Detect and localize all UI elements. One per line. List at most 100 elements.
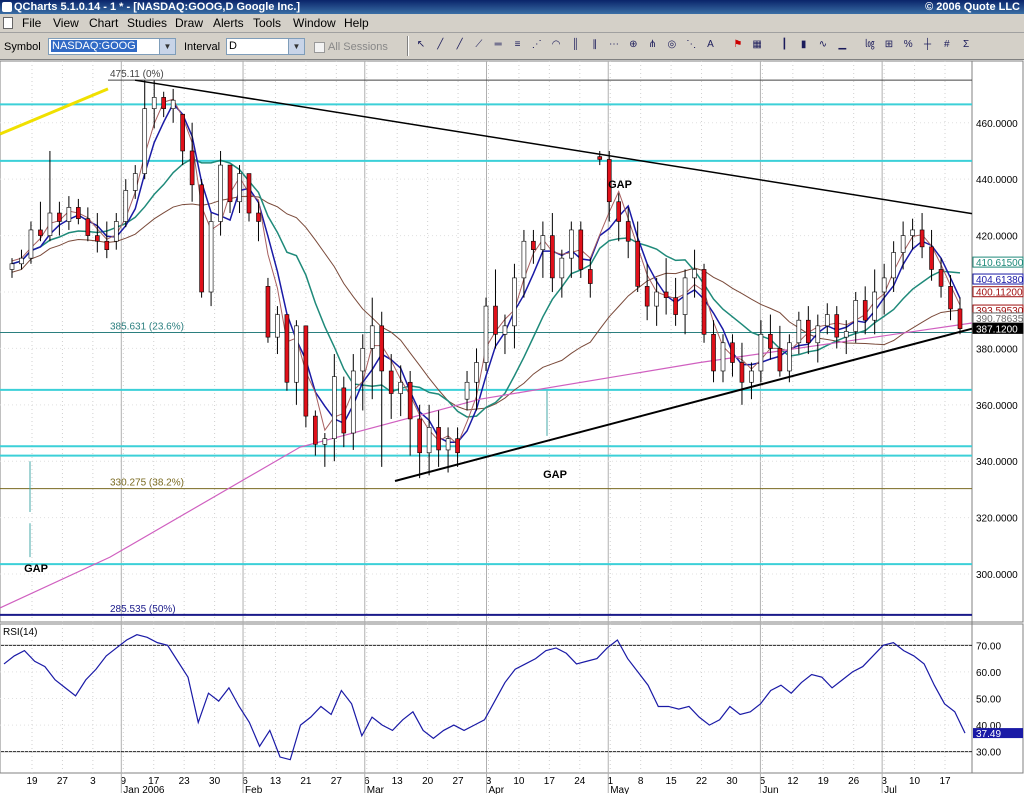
candle-body bbox=[180, 114, 185, 152]
studies-icon[interactable]: Σ bbox=[958, 37, 974, 53]
text-icon[interactable]: A bbox=[703, 37, 719, 53]
candle-body bbox=[881, 277, 887, 293]
date-tick-label: 19 bbox=[818, 776, 830, 787]
regression-icon[interactable]: ⋯ bbox=[606, 37, 622, 53]
chart-area[interactable]: 19 27 3 9 17 23 30 6 13 21 27 6 13 20 27 3 10 17 24 1 8 15 22 3… bbox=[0, 60, 1024, 794]
candle-body bbox=[28, 229, 34, 259]
rsi-title: RSI(14) bbox=[3, 627, 37, 638]
price-label-text: 404.61380 bbox=[976, 275, 1024, 286]
ray-icon[interactable]: ╱ bbox=[452, 37, 468, 53]
date-tick-label: 10 bbox=[513, 776, 525, 787]
candle-body bbox=[692, 269, 697, 279]
menu-studies[interactable]: Studies bbox=[127, 16, 167, 30]
candle-body bbox=[730, 342, 735, 363]
candle-body bbox=[654, 291, 659, 307]
date-tick-label: 8 bbox=[638, 776, 644, 787]
candle-body bbox=[644, 286, 650, 307]
price-tick-label: 360.0000 bbox=[976, 401, 1018, 412]
candle-body bbox=[701, 269, 707, 335]
gap-annotation: GAP bbox=[24, 563, 48, 575]
candle-body bbox=[587, 269, 593, 284]
candle-body bbox=[246, 173, 252, 214]
candle-body bbox=[66, 207, 72, 222]
fib-time-icon[interactable]: ║ bbox=[567, 37, 583, 53]
chevron-down-icon[interactable]: ▼ bbox=[159, 39, 175, 54]
volume-icon[interactable]: ▁ bbox=[834, 37, 850, 53]
percent-icon[interactable]: % bbox=[900, 37, 916, 53]
fib-level-label: 475.11 (0%) bbox=[110, 69, 164, 80]
zoom-icon[interactable]: ⊞ bbox=[881, 37, 897, 53]
horizontal-line-icon[interactable]: ═ bbox=[490, 37, 506, 53]
candle-body bbox=[322, 438, 328, 445]
candle-body bbox=[284, 314, 290, 383]
candle bbox=[303, 325, 309, 428]
date-tick-label: 22 bbox=[696, 776, 708, 787]
candle-body bbox=[578, 229, 584, 270]
andrews-fork-icon[interactable]: ⋔ bbox=[645, 37, 661, 53]
date-tick-label: 24 bbox=[574, 776, 586, 787]
candle-body bbox=[493, 305, 498, 335]
candle bbox=[208, 213, 214, 307]
candle-body bbox=[455, 438, 460, 454]
date-tick-label: 27 bbox=[331, 776, 343, 787]
window-title: QCharts 5.1.0.14 - 1 * - [NASDAQ:GOOG,D … bbox=[14, 1, 301, 13]
candle-body bbox=[464, 381, 470, 400]
menu-view[interactable]: View bbox=[53, 16, 79, 30]
price-tick-label: 380.0000 bbox=[976, 344, 1018, 355]
candle-body bbox=[417, 418, 422, 454]
candle-body bbox=[303, 325, 309, 417]
candle-body bbox=[862, 300, 868, 321]
document-icon[interactable] bbox=[3, 17, 13, 29]
menu-file[interactable]: File bbox=[22, 16, 41, 30]
candle-body bbox=[170, 99, 176, 109]
speed-line-icon[interactable]: ⋱ bbox=[683, 37, 699, 53]
date-tick-label: 3 bbox=[90, 776, 96, 787]
fib-fan-icon[interactable]: ⋰ bbox=[529, 37, 545, 53]
candle-style-icon[interactable]: ▮ bbox=[796, 37, 812, 53]
menu-window[interactable]: Window bbox=[293, 16, 336, 30]
candle-body bbox=[369, 325, 375, 349]
price-label-text: 400.11200 bbox=[976, 288, 1023, 299]
month-label: May bbox=[610, 785, 629, 794]
candle-body bbox=[275, 314, 280, 338]
candle-body bbox=[512, 277, 517, 327]
pointer-icon[interactable]: ↖ bbox=[413, 37, 429, 53]
date-tick-label: 20 bbox=[422, 776, 434, 787]
channel-icon[interactable]: ∥ bbox=[587, 37, 603, 53]
menu-draw[interactable]: Draw bbox=[175, 16, 203, 30]
candle-body bbox=[360, 348, 366, 372]
menu-alerts[interactable]: Alerts bbox=[213, 16, 244, 30]
date-tick-label: 15 bbox=[666, 776, 678, 787]
candle-body bbox=[872, 291, 877, 321]
symbol-combobox[interactable]: NASDAQ:GOOG ▼ bbox=[48, 38, 176, 55]
grid-icon[interactable]: # bbox=[939, 37, 955, 53]
interval-combobox[interactable]: D ▼ bbox=[226, 38, 305, 55]
fib-retracement-icon[interactable]: ≡ bbox=[510, 37, 526, 53]
menu-tools[interactable]: Tools bbox=[253, 16, 281, 30]
price-label-text: 410.61500 bbox=[976, 258, 1024, 269]
line-icon[interactable]: ╱ bbox=[432, 37, 448, 53]
gann-icon[interactable]: ⊕ bbox=[625, 37, 641, 53]
alert-icon[interactable]: ⚑ bbox=[730, 37, 746, 53]
log-scale-icon[interactable]: ㏒ bbox=[862, 37, 878, 53]
all-sessions-checkbox[interactable] bbox=[314, 42, 325, 53]
interval-value: D bbox=[229, 40, 237, 52]
line-style-icon[interactable]: ∿ bbox=[815, 37, 831, 53]
snapshot-icon[interactable]: ▦ bbox=[749, 37, 765, 53]
date-tick-label: 23 bbox=[179, 776, 191, 787]
candle-body bbox=[768, 334, 773, 349]
candle bbox=[284, 314, 290, 391]
fib-arc-icon[interactable]: ◠ bbox=[548, 37, 564, 53]
bar-style-icon[interactable]: ┃ bbox=[776, 37, 792, 53]
date-tick-label: 17 bbox=[544, 776, 556, 787]
rsi-tick-label: 70.00 bbox=[976, 641, 1001, 652]
crosshair-icon[interactable]: ┼ bbox=[920, 37, 936, 53]
candle-body bbox=[76, 207, 81, 219]
chevron-down-icon[interactable]: ▼ bbox=[288, 39, 304, 54]
candle-body bbox=[796, 319, 802, 344]
menu-help[interactable]: Help bbox=[344, 16, 369, 30]
cycle-icon[interactable]: ◎ bbox=[664, 37, 680, 53]
menu-chart[interactable]: Chart bbox=[89, 16, 118, 30]
extended-line-icon[interactable]: ⟋ bbox=[471, 37, 487, 53]
candle-body bbox=[38, 229, 43, 236]
